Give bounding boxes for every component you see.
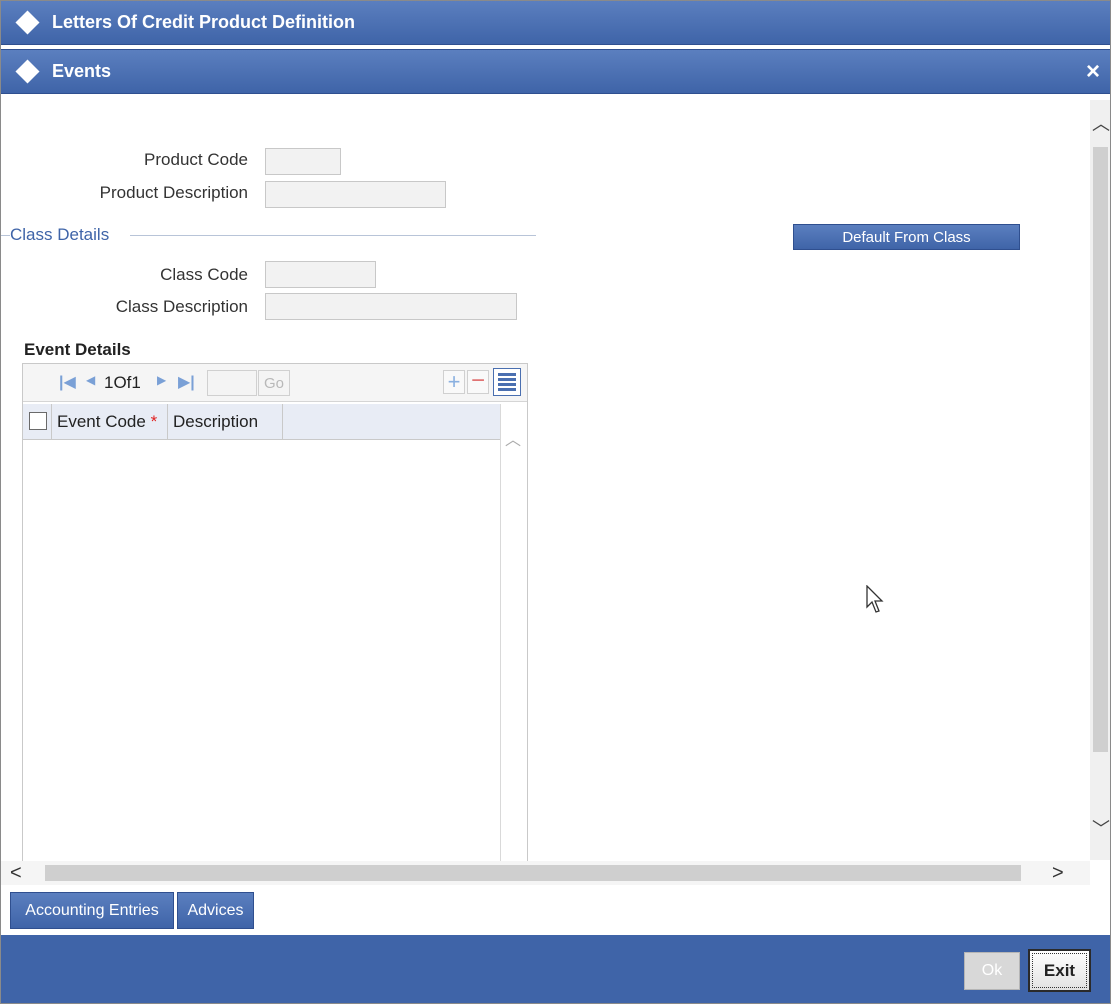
section-divider [130,235,536,236]
first-page-icon[interactable]: |◀ [59,372,76,392]
page-indicator: 1Of1 [104,373,141,392]
event-details-title: Event Details [24,340,131,359]
chevron-up-icon[interactable]: ︿ [505,426,521,450]
diamond-icon [15,10,40,35]
go-button[interactable]: Go [258,370,290,396]
grid-scroll-track [500,404,501,861]
last-page-icon[interactable]: ▶| [178,372,195,392]
add-row-icon[interactable]: + [443,370,465,394]
page-number-input[interactable] [207,370,257,396]
horizontal-scrollbar[interactable]: < > [0,861,1090,885]
ok-button[interactable]: Ok [964,952,1020,990]
vertical-scrollbar[interactable]: ︿ ﹀ [1090,100,1111,860]
grid-header-row: Event Code * Description [23,404,500,440]
select-all-checkbox[interactable] [29,412,47,430]
product-description-input[interactable] [265,181,446,208]
product-code-input[interactable] [265,148,341,175]
event-details-grid: |◀ ◀ 1Of1 ▶ ▶| Go + − Event Code * Descr… [22,363,528,862]
chevron-up-icon[interactable]: ︿ [1092,110,1110,136]
grid-pager-bar: |◀ ◀ 1Of1 ▶ ▶| Go + − [23,364,527,402]
exit-button[interactable]: Exit [1028,949,1091,992]
diamond-icon [15,59,40,84]
mouse-cursor-icon [866,585,884,613]
column-header-event-code[interactable]: Event Code * [57,412,157,432]
close-icon[interactable]: × [1081,49,1105,94]
vertical-scroll-thumb[interactable] [1093,147,1108,752]
tab-accounting-entries[interactable]: Accounting Entries [10,892,174,929]
column-header-description[interactable]: Description [173,412,258,432]
class-details-title: Class Details [10,225,110,244]
window-title-bar: Letters Of Credit Product Definition [0,0,1111,45]
footer-bar [0,935,1111,1004]
chevron-right-icon[interactable]: > [1052,862,1064,885]
tab-advices[interactable]: Advices [177,892,254,929]
class-description-label: Class Description [115,297,248,316]
events-title: Events [52,61,112,81]
column-divider [51,404,52,440]
class-code-label: Class Code [160,265,248,284]
chevron-down-icon[interactable]: ﹀ [1092,815,1110,841]
single-view-icon[interactable] [493,368,521,396]
window-title: Letters Of Credit Product Definition [52,12,356,32]
section-divider [0,235,10,236]
required-marker: * [150,412,158,431]
column-divider [167,404,168,440]
column-divider [282,404,283,440]
class-code-input[interactable] [265,261,376,288]
default-from-class-button[interactable]: Default From Class [793,224,1020,250]
chevron-left-icon[interactable]: < [10,862,22,885]
events-title-bar: Events [0,49,1111,94]
product-description-label: Product Description [99,183,248,202]
product-code-label: Product Code [144,150,248,169]
horizontal-scroll-thumb[interactable] [45,865,1021,881]
delete-row-icon[interactable]: − [467,369,489,394]
class-description-input[interactable] [265,293,517,320]
prev-page-icon[interactable]: ◀ [86,373,95,387]
next-page-icon[interactable]: ▶ [157,373,166,387]
